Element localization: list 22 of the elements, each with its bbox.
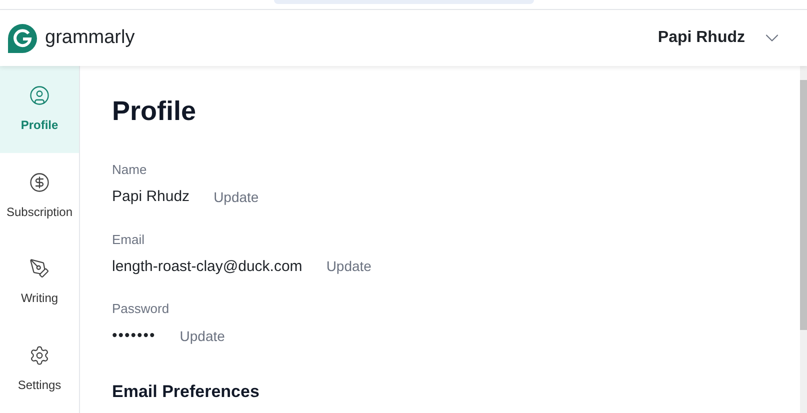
sidebar-item[interactable]: Profile <box>0 66 79 153</box>
update-link[interactable]: Update <box>326 256 372 278</box>
field-label: Name <box>112 163 148 176</box>
sidebar-item[interactable]: Settings <box>0 326 79 413</box>
user-menu[interactable]: Papi Rhudz <box>658 26 783 50</box>
field-value: Papi Rhudz <box>112 187 190 207</box>
update-link[interactable]: Update <box>180 326 225 347</box>
settings-icon <box>29 345 50 366</box>
page-title: Profile <box>112 98 198 125</box>
section-title: Email Preferences <box>112 382 260 402</box>
field-value: ••••••• <box>112 326 156 346</box>
logo-icon <box>8 24 37 52</box>
sidebar-item[interactable]: Subscription <box>0 152 79 240</box>
field-value: length-roast-clay@duck.com <box>112 256 302 276</box>
sidebar-item[interactable]: Writing <box>0 240 79 326</box>
brand-name: grammarly <box>45 26 135 50</box>
dollar-icon <box>29 172 50 193</box>
field-label: Email <box>112 232 146 246</box>
field-label: Password <box>112 302 170 315</box>
user-icon <box>29 84 50 106</box>
update-link[interactable]: Update <box>214 186 259 208</box>
pen-icon <box>29 258 50 280</box>
